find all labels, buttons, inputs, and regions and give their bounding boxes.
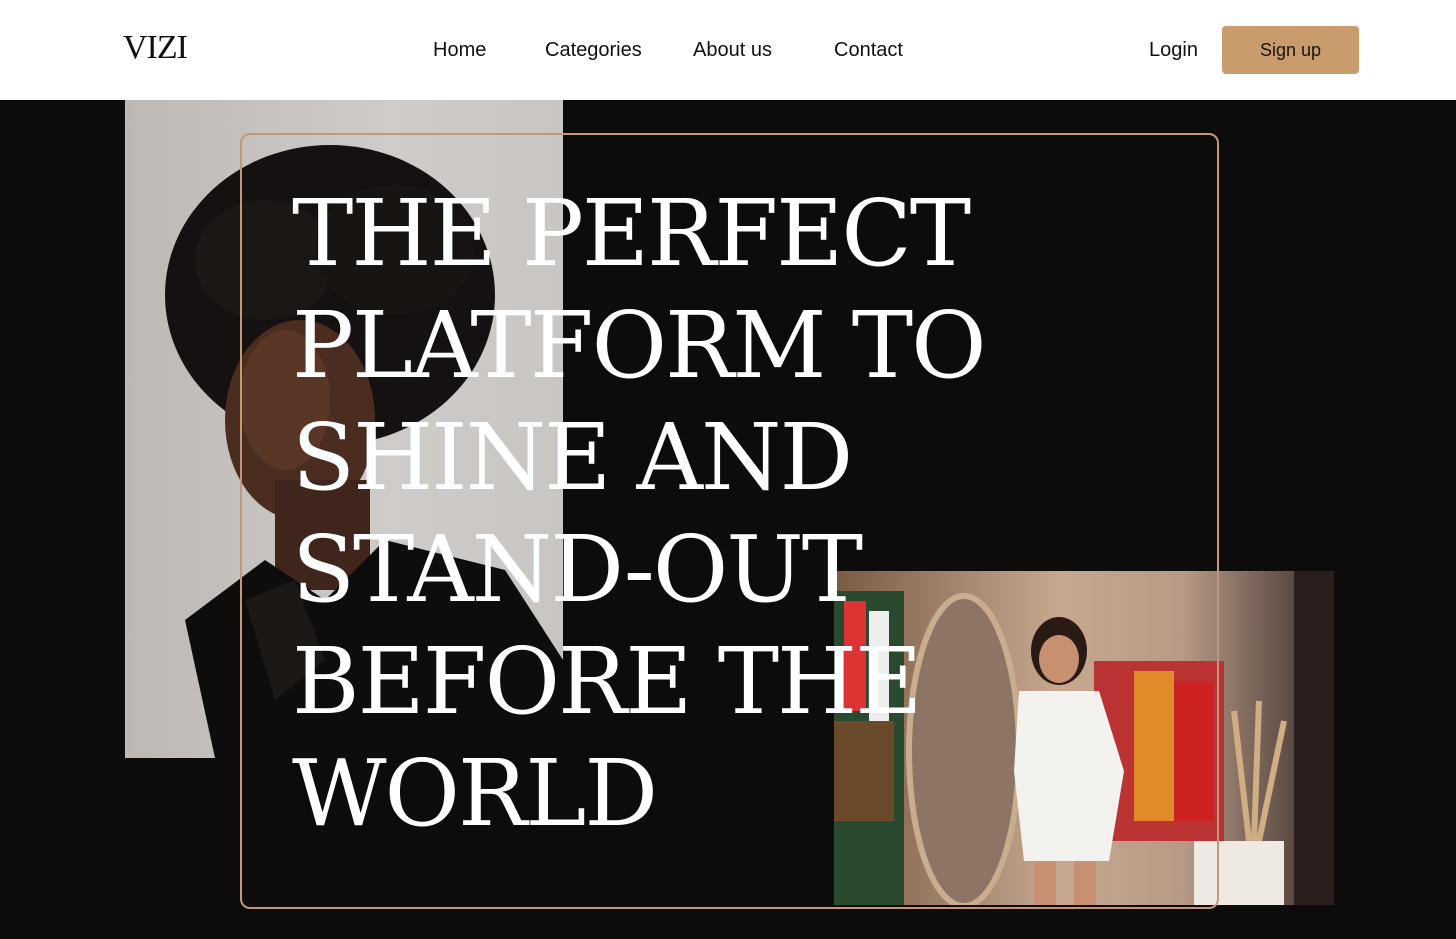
nav-categories[interactable]: Categories (545, 36, 642, 64)
signup-button[interactable]: Sign up (1222, 26, 1359, 74)
headline-line: PLATFORM TO (292, 292, 987, 399)
hero-section: THE PERFECT PLATFORM TO SHINE AND STAND-… (0, 100, 1456, 939)
logo[interactable]: VIZI (123, 28, 188, 68)
headline-line: THE PERFECT (292, 180, 971, 287)
login-link[interactable]: Login (1149, 36, 1198, 64)
headline-line: BEFORE THE (292, 628, 922, 735)
nav-about-us[interactable]: About us (693, 36, 772, 64)
headline-line: WORLD (292, 740, 658, 847)
nav-home[interactable]: Home (433, 36, 486, 64)
headline-line: SHINE AND (292, 404, 853, 511)
nav-contact[interactable]: Contact (834, 36, 903, 64)
headline-line: STAND-OUT (292, 516, 863, 623)
site-header: VIZI Home Categories About us Contact Lo… (0, 0, 1456, 100)
hero-headline: THE PERFECT PLATFORM TO SHINE AND STAND-… (292, 178, 1012, 850)
